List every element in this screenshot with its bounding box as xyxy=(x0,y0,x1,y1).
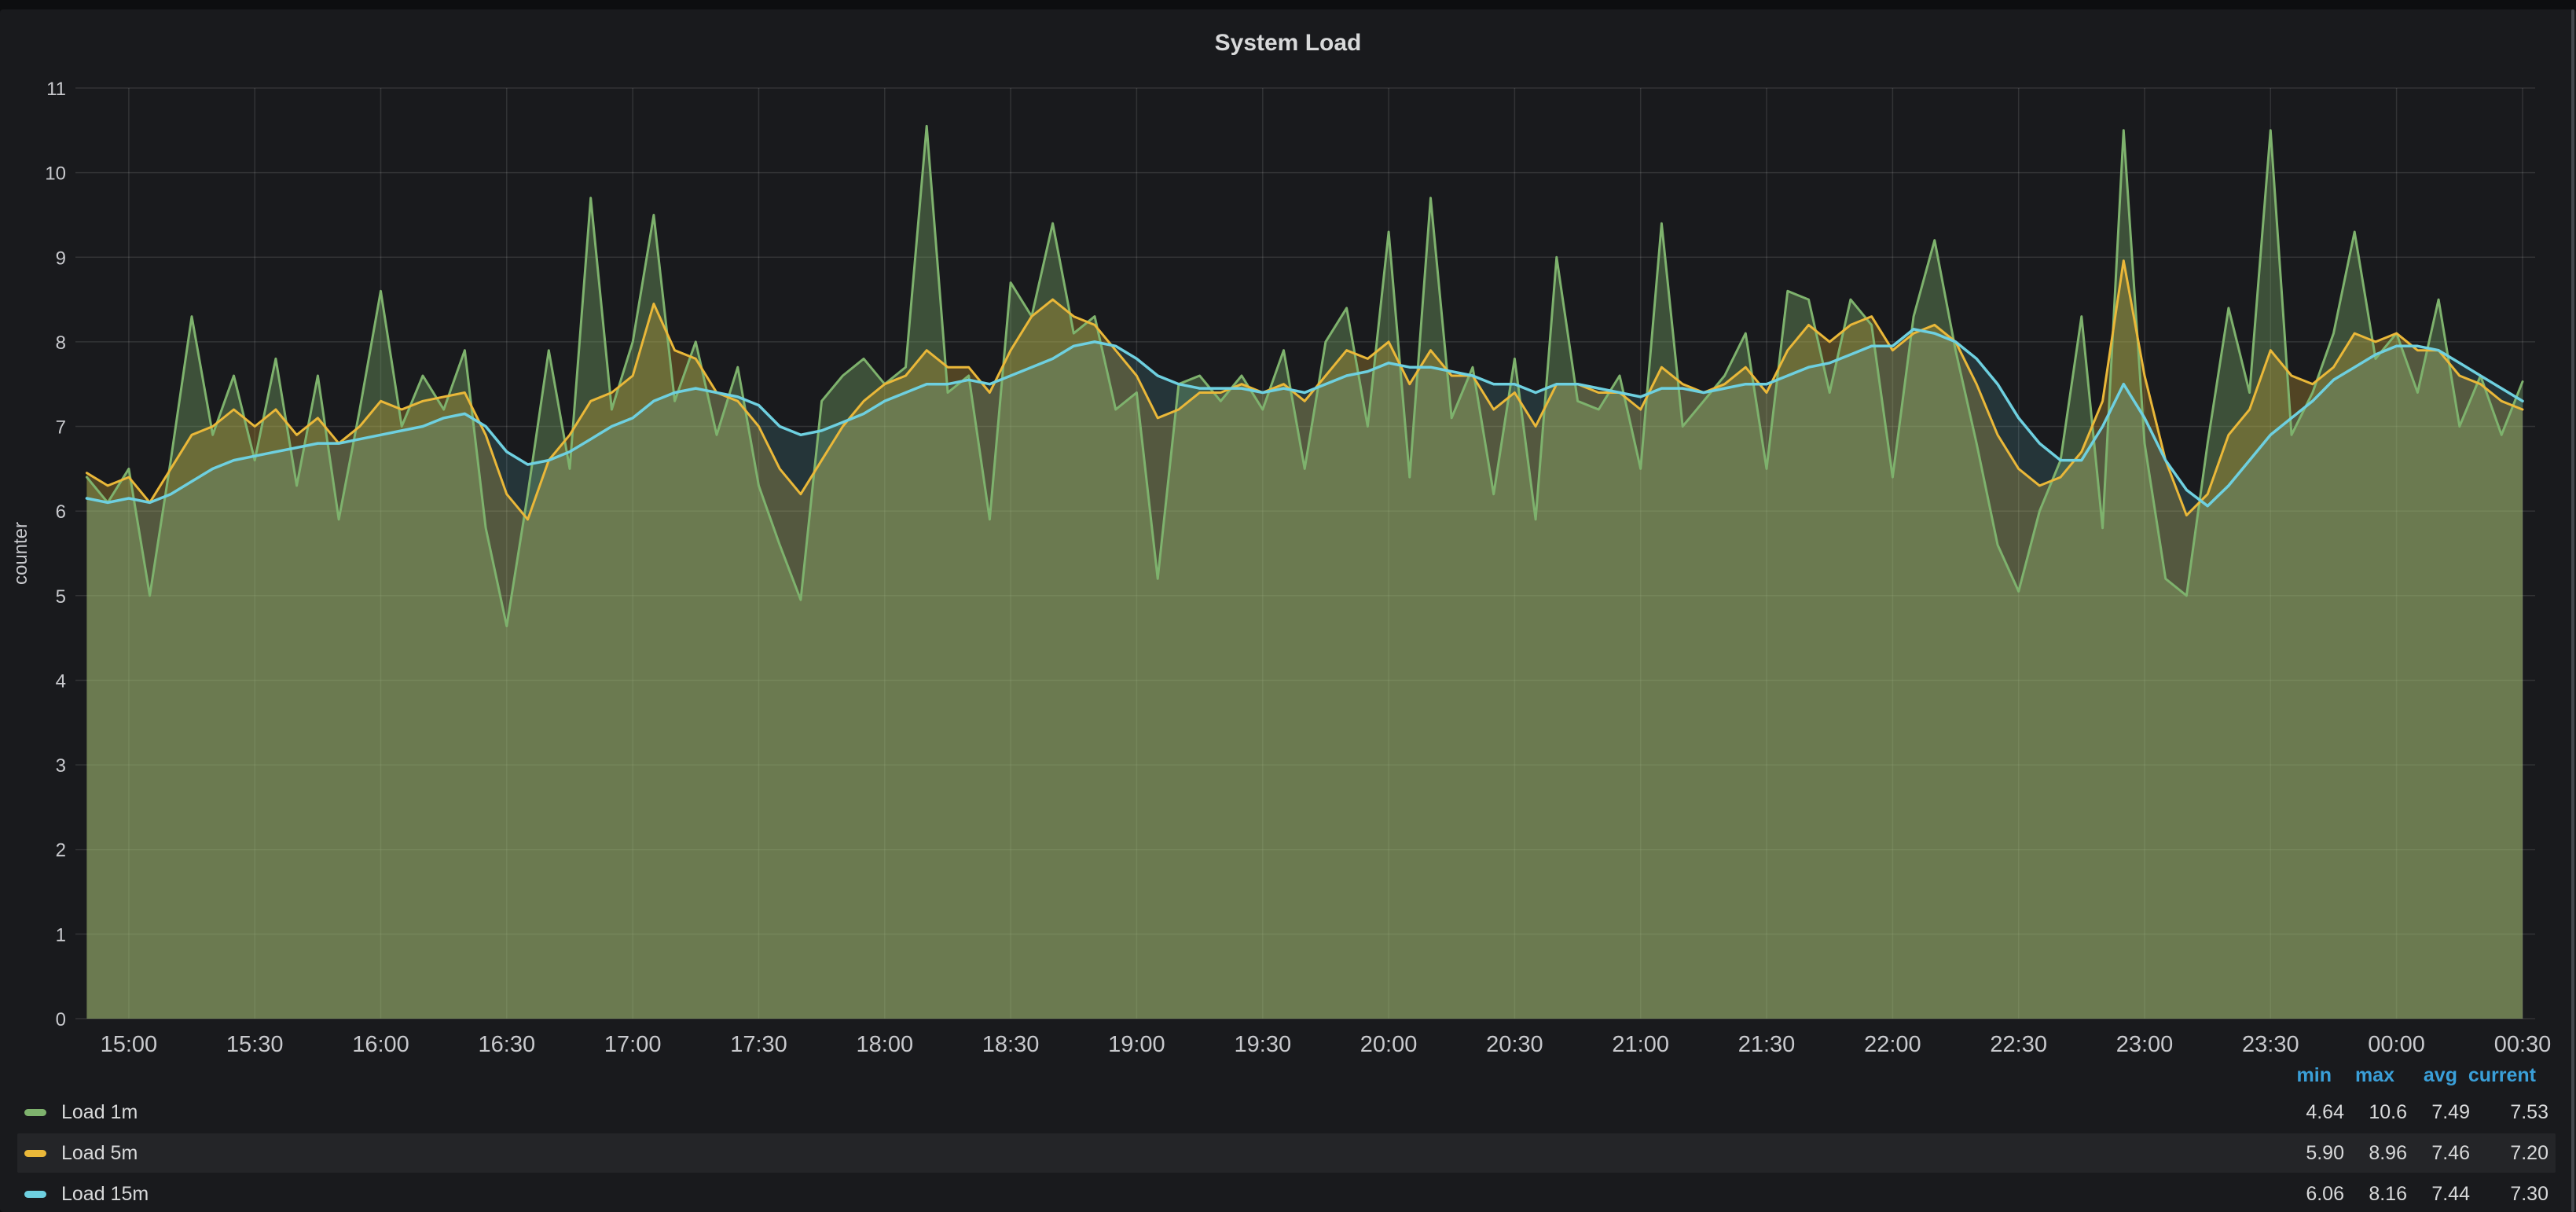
x-axis-tick-label: 16:30 xyxy=(479,1032,536,1057)
legend-stat-current: 7.20 xyxy=(2510,1133,2548,1173)
legend-stat-avg: 7.49 xyxy=(2431,1093,2470,1132)
y-axis-tick-label: 10 xyxy=(45,163,66,185)
x-axis-tick-label: 19:30 xyxy=(1235,1032,1292,1057)
legend-sort-min[interactable]: min xyxy=(2297,1064,2332,1087)
scrollbar[interactable] xyxy=(2571,9,2574,1212)
x-axis-tick-label: 15:30 xyxy=(226,1032,284,1057)
y-axis-tick-label: 7 xyxy=(56,417,66,439)
legend-row-load-15m: Load 15m 6.06 8.16 7.44 7.30 xyxy=(17,1174,2556,1212)
x-axis-tick-label: 00:00 xyxy=(2368,1032,2425,1057)
y-axis-tick-label: 5 xyxy=(56,586,66,608)
x-axis-tick-label: 23:00 xyxy=(2116,1032,2174,1057)
y-axis-title: counter xyxy=(10,522,31,585)
legend-stat-avg: 7.46 xyxy=(2431,1133,2470,1173)
y-axis-tick-label: 3 xyxy=(56,755,66,777)
legend-swatch-icon[interactable] xyxy=(24,1109,46,1116)
legend-series-label[interactable]: Load 1m xyxy=(61,1093,138,1132)
y-axis-tick-label: 2 xyxy=(56,840,66,861)
y-axis-tick-label: 4 xyxy=(56,671,66,692)
legend-row-load-1m: Load 1m 4.64 10.6 7.49 7.53 xyxy=(17,1093,2556,1132)
legend-stat-current: 7.53 xyxy=(2510,1093,2548,1132)
x-axis-tick-label: 22:30 xyxy=(1990,1032,2047,1057)
x-axis-tick-label: 19:00 xyxy=(1108,1032,1165,1057)
legend-row-load-5m: Load 5m 5.90 8.96 7.46 7.20 xyxy=(17,1133,2556,1173)
y-axis-tick-label: 9 xyxy=(56,248,66,269)
x-axis-tick-label: 20:30 xyxy=(1486,1032,1543,1057)
x-axis-tick-label: 16:00 xyxy=(352,1032,409,1057)
x-axis-tick-label: 18:00 xyxy=(857,1032,914,1057)
x-axis-tick-label: 23:30 xyxy=(2242,1032,2299,1057)
legend-series-label[interactable]: Load 15m xyxy=(61,1174,149,1212)
y-axis-tick-label: 6 xyxy=(56,501,66,523)
y-axis-tick-label: 0 xyxy=(56,1009,66,1030)
legend-stat-max: 8.96 xyxy=(2369,1133,2407,1173)
x-axis-tick-label: 21:00 xyxy=(1612,1032,1669,1057)
x-axis-tick-label: 21:30 xyxy=(1738,1032,1796,1057)
legend-sort-avg[interactable]: avg xyxy=(2424,1064,2457,1087)
legend-swatch-icon[interactable] xyxy=(24,1150,46,1157)
x-axis-tick-label: 22:00 xyxy=(1864,1032,1921,1057)
grafana-graph-panel-page: System Load 0123456789101115:0015:3016:0… xyxy=(0,0,2576,1212)
legend-sort-current[interactable]: current xyxy=(2468,1064,2536,1087)
y-axis-tick-label: 11 xyxy=(46,79,66,100)
legend-stat-min: 6.06 xyxy=(2306,1174,2344,1212)
x-axis-tick-label: 17:00 xyxy=(604,1032,662,1057)
legend-swatch-icon[interactable] xyxy=(24,1191,46,1198)
legend-stat-avg: 7.44 xyxy=(2431,1174,2470,1212)
legend-stat-max: 10.6 xyxy=(2369,1093,2407,1132)
x-axis-tick-label: 15:00 xyxy=(101,1032,158,1057)
y-axis-tick-label: 1 xyxy=(56,924,66,946)
x-axis-tick-label: 00:30 xyxy=(2494,1032,2552,1057)
legend-stat-max: 8.16 xyxy=(2369,1174,2407,1212)
legend-stat-min: 4.64 xyxy=(2306,1093,2344,1132)
legend-stat-current: 7.30 xyxy=(2510,1174,2548,1212)
x-axis-tick-label: 20:00 xyxy=(1360,1032,1418,1057)
legend-sort-max[interactable]: max xyxy=(2355,1064,2394,1087)
y-axis-tick-label: 8 xyxy=(56,332,66,354)
x-axis-tick-label: 18:30 xyxy=(982,1032,1040,1057)
time-series-chart[interactable]: 0 1 2 3 4 5 6 7 8 9 10 11 15:00 15:30 16:00 16:30 17:00 1… xyxy=(0,0,2576,1069)
x-axis-tick-label: 17:30 xyxy=(730,1032,787,1057)
legend-stats-header: minmax avg current xyxy=(0,1064,2576,1088)
legend-series-label[interactable]: Load 5m xyxy=(61,1133,138,1173)
legend-stat-min: 5.90 xyxy=(2306,1133,2344,1173)
